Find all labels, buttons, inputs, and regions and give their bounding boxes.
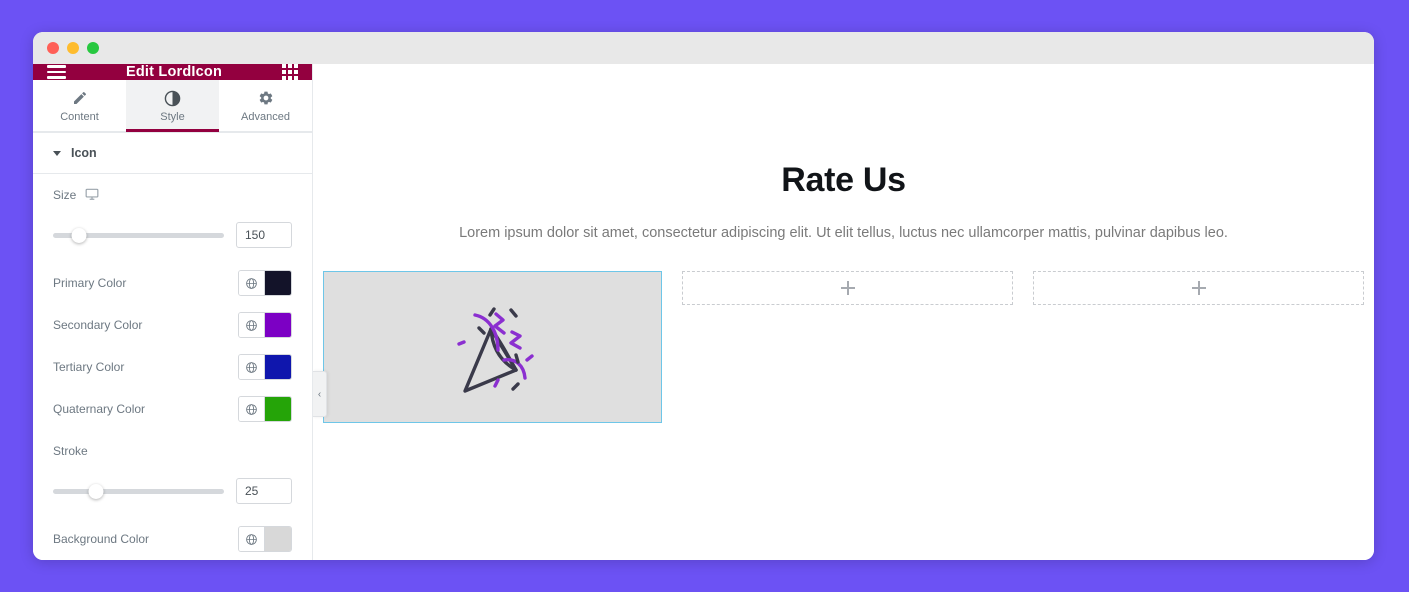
control-stroke: Stroke [53,430,292,472]
tab-style[interactable]: Style [126,80,219,132]
panel-header: Edit LordIcon [33,64,312,80]
window-titlebar [33,32,1374,64]
stroke-slider-row: 25 [53,472,292,518]
globe-icon[interactable] [239,271,265,295]
desktop-monitor-icon[interactable] [85,187,99,204]
control-quaternary-color: Quaternary Color [53,388,292,430]
control-size-label: Size [53,188,77,202]
stroke-slider-handle[interactable] [88,483,104,499]
editor-panel: Edit LordIcon Content Style Advanced Ico… [33,64,313,560]
size-slider-row: 150 [53,216,292,262]
grid-apps-icon[interactable] [282,64,298,80]
control-background-color: Background Color [53,518,292,560]
control-stroke-label: Stroke [53,444,88,458]
pencil-icon [33,89,126,107]
control-primary-color: Primary Color [53,262,292,304]
page-title: Rate Us [781,161,906,199]
panel-title: Edit LordIcon [125,64,223,80]
control-size: Size [53,174,292,216]
plus-icon [840,281,855,295]
background-color-swatch[interactable] [265,527,291,551]
size-slider[interactable] [53,227,224,243]
party-popper-confetti-icon [456,307,534,393]
stroke-value-input[interactable]: 25 [236,478,292,504]
add-element-placeholder[interactable] [682,271,1013,305]
preview-canvas: ‹ Rate Us Lorem ipsum dolor sit amet, co… [313,64,1374,560]
minimize-window-button[interactable] [67,42,79,54]
widgets-row [313,271,1374,423]
size-slider-handle[interactable] [71,227,87,243]
control-tertiary-color: Tertiary Color [53,346,292,388]
control-secondary-color: Secondary Color [53,304,292,346]
tab-advanced-label: Advanced [241,111,290,123]
app-window: Edit LordIcon Content Style Advanced Ico… [33,32,1374,560]
gear-icon [219,89,312,107]
hero-section: Rate Us Lorem ipsum dolor sit amet, cons… [313,64,1374,241]
add-element-placeholder[interactable] [1033,271,1364,305]
controls-list: Size 150 Primary Color Secondary Color T… [33,174,312,560]
chevron-down-icon [53,150,61,156]
globe-icon[interactable] [239,355,265,379]
plus-icon [1191,281,1206,295]
stroke-slider-track [53,488,224,494]
control-background-color-label: Background Color [53,532,150,546]
globe-icon[interactable] [239,397,265,421]
stroke-slider[interactable] [53,483,224,499]
maximize-window-button[interactable] [87,42,99,54]
size-value-input[interactable]: 150 [236,222,292,248]
primary-color-control[interactable] [238,270,292,296]
quaternary-color-swatch[interactable] [265,397,291,421]
control-primary-color-label: Primary Color [53,276,127,290]
control-quaternary-color-label: Quaternary Color [53,402,146,416]
hamburger-menu-icon[interactable] [47,65,66,79]
globe-icon[interactable] [239,527,265,551]
control-tertiary-color-label: Tertiary Color [53,360,125,374]
secondary-color-control[interactable] [238,312,292,338]
panel-collapse-handle[interactable]: ‹ [313,371,327,417]
background-color-control[interactable] [238,526,292,552]
window-body: Edit LordIcon Content Style Advanced Ico… [33,64,1374,560]
tab-advanced[interactable]: Advanced [219,80,312,131]
lordicon-widget-selected[interactable] [323,271,662,423]
tab-style-label: Style [160,111,185,123]
tab-content-label: Content [60,111,99,123]
globe-icon[interactable] [239,313,265,337]
section-header-icon[interactable]: Icon [33,133,312,174]
quaternary-color-control[interactable] [238,396,292,422]
secondary-color-swatch[interactable] [265,313,291,337]
tertiary-color-swatch[interactable] [265,355,291,379]
page-subtitle: Lorem ipsum dolor sit amet, consectetur … [459,225,1228,241]
tertiary-color-control[interactable] [238,354,292,380]
section-title: Icon [71,146,97,160]
close-window-button[interactable] [47,42,59,54]
primary-color-swatch[interactable] [265,271,291,295]
panel-tabs: Content Style Advanced [33,80,312,132]
contrast-icon [126,89,219,107]
tab-content[interactable]: Content [33,80,126,131]
control-secondary-color-label: Secondary Color [53,318,143,332]
